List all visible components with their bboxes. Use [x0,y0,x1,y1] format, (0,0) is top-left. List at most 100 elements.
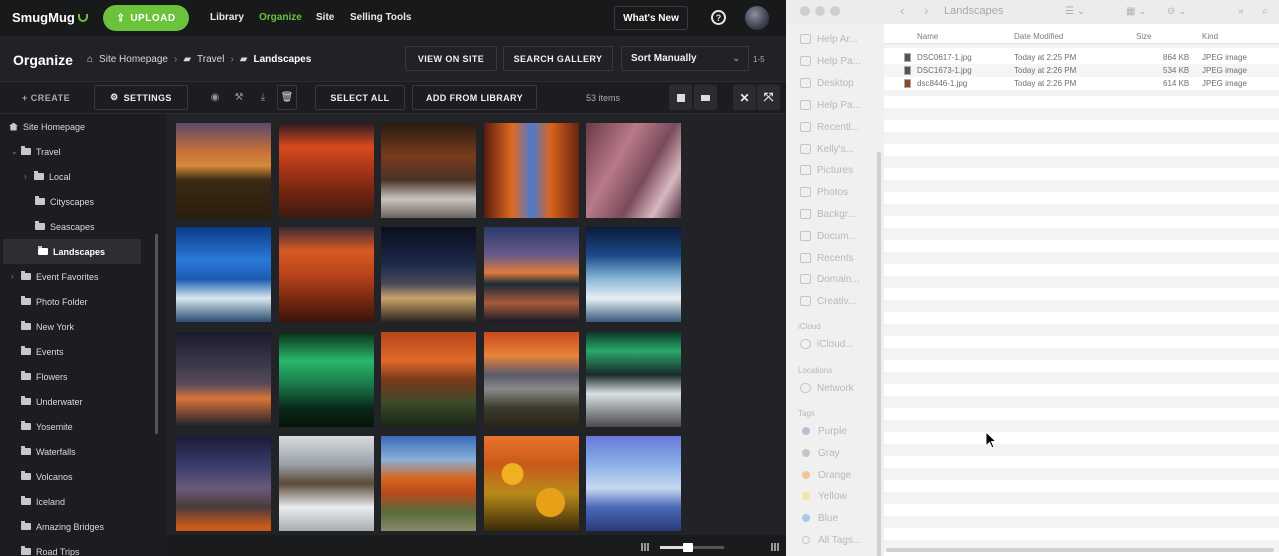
create-button[interactable]: + CREATE [22,93,70,103]
photo-thumbnail[interactable] [586,436,681,531]
sidebar-item-cityscapes[interactable]: Cityscapes [0,189,141,214]
sidebar-item-volcanos[interactable]: Volcanos [0,464,141,489]
breadcrumb-travel[interactable]: Travel [197,54,224,65]
nav-library[interactable]: Library [210,12,244,23]
column-kind[interactable]: Kind [1202,32,1218,41]
sidebar-item-waterfalls[interactable]: Waterfalls [0,439,141,464]
nav-site[interactable]: Site [316,12,334,23]
action-menu-icon[interactable]: ⊖ ⌄ [1167,6,1187,17]
sidebar-item-favorite[interactable]: Kelly's... [800,140,854,158]
nav-organize[interactable]: Organize [259,12,302,23]
sidebar-tag-gray[interactable]: Gray [802,444,840,462]
sidebar-all-tags[interactable]: All Tags... [802,531,861,549]
sidebar-item-flowers[interactable]: Flowers [0,364,141,389]
photo-thumbnail[interactable] [586,227,681,322]
photo-thumbnail[interactable] [381,436,476,531]
sidebar-item-favorite[interactable]: Help Pa... [800,52,861,70]
photo-thumbnail[interactable] [279,123,374,218]
photo-thumbnail[interactable] [586,123,681,218]
sidebar-item-event-favorites[interactable]: › Event Favorites [0,264,141,289]
upload-button[interactable]: ⇪ UPLOAD [103,5,189,31]
sidebar-scrollbar[interactable] [155,234,158,434]
nav-selling-tools[interactable]: Selling Tools [350,12,411,23]
minimize-window-button[interactable] [815,6,825,16]
sidebar-item-site-homepage[interactable]: Site Homepage [0,114,141,139]
sidebar-item-desktop[interactable]: Desktop [800,74,854,92]
photo-thumbnail[interactable] [176,227,271,322]
photo-thumbnail[interactable] [586,332,681,427]
slider-handle[interactable] [683,543,693,552]
sort-select[interactable]: Sort Manually ⌄ [621,46,749,71]
large-thumbnail-view-button[interactable] [669,85,692,110]
whats-new-button[interactable]: What's New [614,6,688,30]
sidebar-scrollbar[interactable] [877,152,881,556]
sidebar-item-favorite[interactable]: Domain... [800,270,860,288]
sidebar-tag-purple[interactable]: Purple [802,422,847,440]
close-icon[interactable]: ✕ [733,85,756,110]
large-grid-icon[interactable] [771,543,779,551]
photo-thumbnail[interactable] [484,227,579,322]
close-window-button[interactable] [800,6,810,16]
photo-thumbnail[interactable] [176,123,271,218]
small-grid-icon[interactable] [641,543,649,551]
photo-thumbnail[interactable] [381,123,476,218]
photo-thumbnail[interactable] [484,332,579,427]
sidebar-tag-yellow[interactable]: Yellow [802,487,847,505]
photo-thumbnail[interactable] [484,123,579,218]
visibility-icon[interactable]: ◉ [205,85,225,110]
sidebar-item-yosemite[interactable]: Yosemite [0,414,141,439]
collapse-icon[interactable]: ⤧ [757,85,780,110]
sidebar-tag-blue[interactable]: Blue [802,509,838,527]
breadcrumb-landscapes[interactable]: Landscapes [254,54,312,65]
file-row[interactable]: DSC0617-1.jpg Today at 2:25 PM 864 KB JP… [884,51,1279,64]
horizontal-scrollbar[interactable] [886,548,1274,552]
sidebar-item-favorite[interactable]: Creativ... [800,292,856,310]
medium-thumbnail-view-button[interactable] [694,85,717,110]
sidebar-item-favorite[interactable]: Help Pa... [800,96,861,114]
column-date-modified[interactable]: Date Modified [1014,32,1063,41]
wrench-icon[interactable]: ⚒ [229,85,249,110]
sidebar-item-iceland[interactable]: Iceland [0,489,141,514]
sidebar-item-pictures[interactable]: Pictures [800,161,853,179]
photo-thumbnail[interactable] [484,436,579,531]
sidebar-item-favorite[interactable]: Help Ar... [800,30,858,48]
photo-thumbnail[interactable] [279,436,374,531]
smugmug-logo[interactable]: SmugMug [12,10,88,25]
sidebar-item-amazing-bridges[interactable]: Amazing Bridges [0,514,141,539]
sidebar-item-new-york[interactable]: New York [0,314,141,339]
gallery-view-icon[interactable]: ▦ ⌄ [1126,6,1147,17]
search-gallery-button[interactable]: SEARCH GALLERY [503,46,613,71]
view-on-site-button[interactable]: VIEW ON SITE [405,46,497,71]
sidebar-item-photos[interactable]: Photos [800,183,848,201]
sidebar-item-icloud-drive[interactable]: iCloud... [800,335,854,353]
sidebar-item-favorite[interactable]: Backgr... [800,205,856,223]
breadcrumb-site-homepage[interactable]: Site Homepage [99,54,168,65]
sidebar-item-landscapes[interactable]: Landscapes [3,239,141,264]
help-icon[interactable]: ? [711,10,726,25]
add-from-library-button[interactable]: ADD FROM LIBRARY [412,85,537,110]
select-all-button[interactable]: SELECT ALL [315,85,405,110]
photo-thumbnail[interactable] [279,332,374,427]
sidebar-item-photo-folder[interactable]: Photo Folder [0,289,141,314]
sidebar-item-travel[interactable]: ⌄ Travel [0,139,141,164]
file-row[interactable]: DSC1673-1.jpg Today at 2:26 PM 534 KB JP… [884,64,1279,77]
file-row[interactable]: dsc8446-1.jpg Today at 2:26 PM 614 KB JP… [884,77,1279,90]
sidebar-item-events[interactable]: Events [0,339,141,364]
photo-thumbnail[interactable] [176,332,271,427]
sidebar-item-road-trips[interactable]: Road Trips [0,539,141,556]
sidebar-item-recents[interactable]: Recents [800,249,854,267]
list-view-icon[interactable]: ☰ ⌄ [1065,6,1085,17]
zoom-window-button[interactable] [830,6,840,16]
column-name[interactable]: Name [917,32,938,41]
sidebar-item-favorite[interactable]: Recentl... [800,118,859,136]
sidebar-item-documents[interactable]: Docum... [800,227,857,245]
photo-thumbnail[interactable] [381,227,476,322]
photo-thumbnail[interactable] [381,332,476,427]
sidebar-item-underwater[interactable]: Underwater [0,389,141,414]
sidebar-tag-orange[interactable]: Orange [802,466,851,484]
settings-button[interactable]: ⚙ SETTINGS [94,85,188,110]
sidebar-item-local[interactable]: › Local [0,164,141,189]
search-icon[interactable]: ⌕ [1262,6,1268,17]
download-icon[interactable]: ⤓ [253,85,273,110]
sidebar-item-network[interactable]: Network [800,379,854,397]
